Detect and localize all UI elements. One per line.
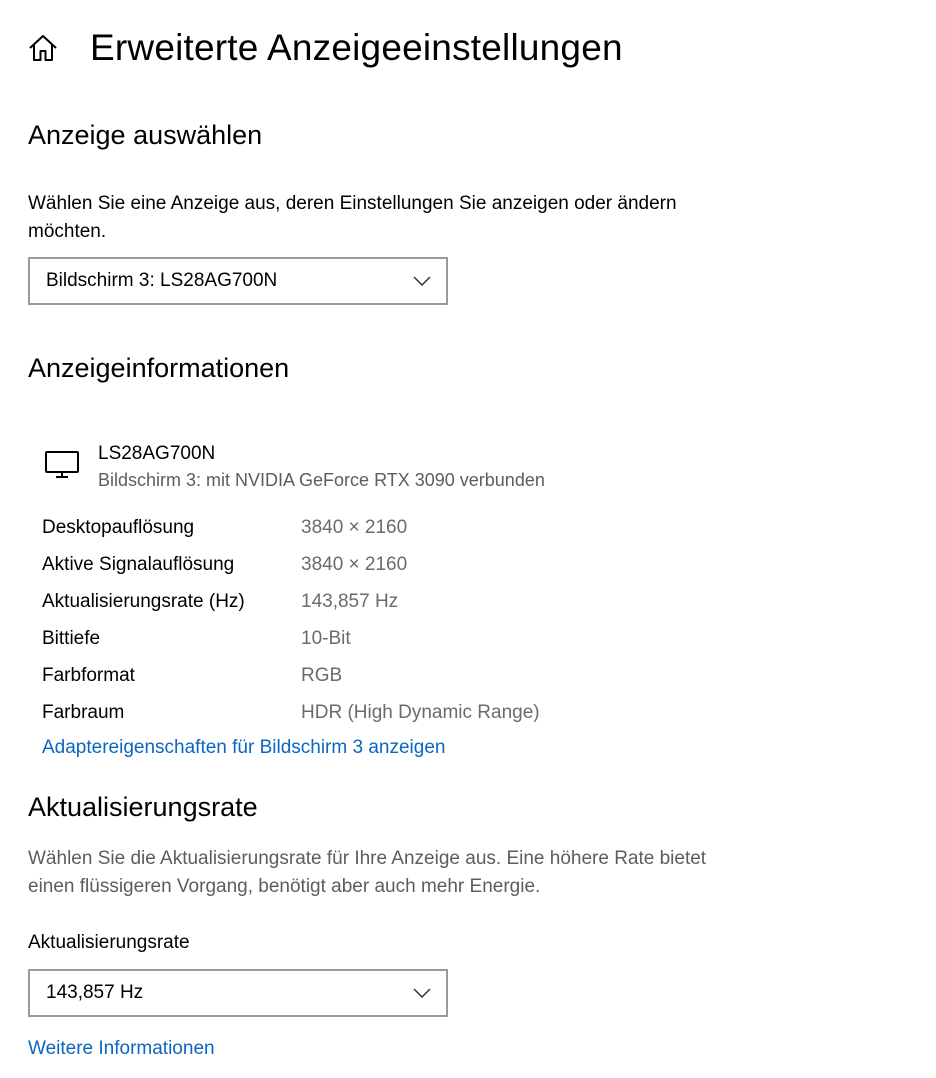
select-display-description: Wählen Sie eine Anzeige aus, deren Einst… — [28, 193, 677, 242]
display-card: LS28AG700N Bildschirm 3: mit NVIDIA GeFo… — [42, 440, 545, 494]
info-label: Aktive Signalauflösung — [42, 553, 235, 575]
refresh-rate-value: 143,857 Hz — [46, 982, 144, 1003]
info-row: Desktopauflösung 3840 × 2160 — [42, 509, 540, 546]
monitor-subtitle: Bildschirm 3: mit NVIDIA GeForce RTX 309… — [98, 470, 545, 490]
display-select-dropdown[interactable]: Bildschirm 3: LS28AG700N — [28, 257, 448, 305]
info-label: Bittiefe — [42, 627, 101, 649]
info-value: 3840 × 2160 — [301, 516, 408, 538]
info-row: Aktive Signalauflösung 3840 × 2160 — [42, 546, 540, 583]
refresh-rate-heading: Aktualisierungsrate — [28, 792, 258, 822]
more-info-link[interactable]: Weitere Informationen — [28, 1038, 215, 1060]
info-row: Farbraum HDR (High Dynamic Range) — [42, 694, 540, 731]
refresh-rate-description: Wählen Sie die Aktualisierungsrate für I… — [28, 848, 707, 897]
chevron-down-icon — [412, 275, 432, 287]
home-icon[interactable] — [26, 31, 60, 65]
info-value: HDR (High Dynamic Range) — [301, 701, 540, 723]
chevron-down-icon — [412, 987, 432, 999]
adapter-properties-link[interactable]: Adaptereigenschaften für Bildschirm 3 an… — [42, 737, 445, 759]
refresh-rate-dropdown[interactable]: 143,857 Hz — [28, 969, 448, 1017]
info-row: Bittiefe 10-Bit — [42, 620, 540, 657]
info-value: 10-Bit — [301, 627, 351, 649]
refresh-rate-field-label: Aktualisierungsrate — [28, 932, 190, 953]
info-value: 3840 × 2160 — [301, 553, 408, 575]
info-label: Desktopauflösung — [42, 516, 195, 538]
info-label: Farbraum — [42, 701, 125, 723]
page-header: Erweiterte Anzeigeeinstellungen — [26, 22, 623, 74]
info-label: Farbformat — [42, 664, 135, 686]
page-title: Erweiterte Anzeigeeinstellungen — [90, 27, 623, 68]
monitor-name: LS28AG700N — [98, 443, 216, 464]
info-row: Aktualisierungsrate (Hz) 143,857 Hz — [42, 583, 540, 620]
info-row: Farbformat RGB — [42, 657, 540, 694]
display-info-heading: Anzeigeinformationen — [28, 353, 290, 383]
info-value: 143,857 Hz — [301, 590, 399, 612]
info-label: Aktualisierungsrate (Hz) — [42, 590, 245, 612]
info-value: RGB — [301, 664, 343, 686]
display-select-value: Bildschirm 3: LS28AG700N — [46, 270, 278, 291]
select-display-heading: Anzeige auswählen — [28, 120, 263, 150]
monitor-icon — [42, 444, 82, 484]
display-info-table: Desktopauflösung 3840 × 2160 Aktive Sign… — [42, 509, 540, 731]
